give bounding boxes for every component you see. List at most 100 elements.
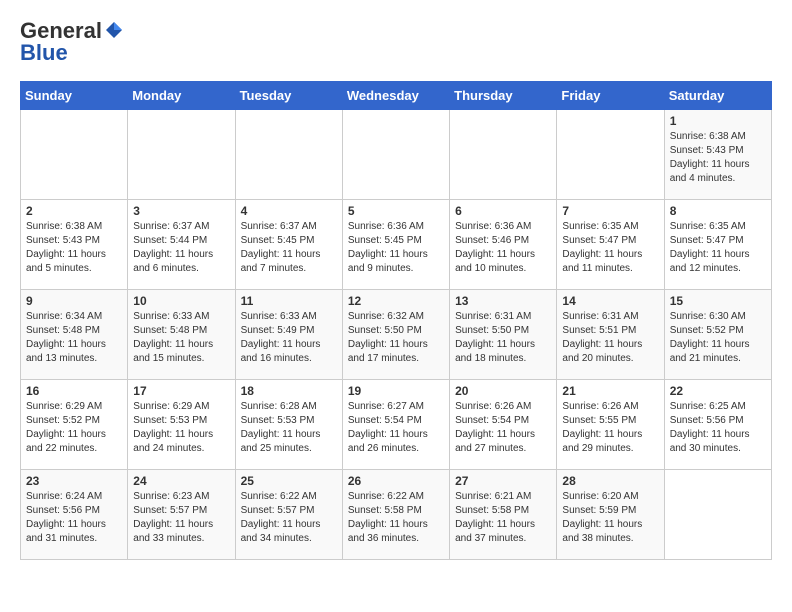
day-header-sunday: Sunday: [21, 82, 128, 110]
calendar-cell: 17 Sunrise: 6:29 AM Sunset: 5:53 PM Dayli…: [128, 380, 235, 470]
calendar-cell: 19 Sunrise: 6:27 AM Sunset: 5:54 PM Dayli…: [342, 380, 449, 470]
day-number: 21: [562, 384, 658, 398]
day-info: Sunrise: 6:22 AM Sunset: 5:58 PM Dayligh…: [348, 490, 444, 546]
day-number: 27: [455, 474, 551, 488]
day-number: 17: [133, 384, 229, 398]
calendar-cell: 3 Sunrise: 6:37 AM Sunset: 5:44 PM Daylig…: [128, 200, 235, 290]
day-number: 1: [670, 114, 766, 128]
calendar-cell: [128, 110, 235, 200]
day-number: 14: [562, 294, 658, 308]
calendar-cell: [21, 110, 128, 200]
day-info: Sunrise: 6:32 AM Sunset: 5:50 PM Dayligh…: [348, 310, 444, 366]
calendar-cell: 4 Sunrise: 6:37 AM Sunset: 5:45 PM Daylig…: [235, 200, 342, 290]
logo-icon: [104, 20, 124, 40]
day-number: 7: [562, 204, 658, 218]
day-info: Sunrise: 6:38 AM Sunset: 5:43 PM Dayligh…: [26, 220, 122, 276]
day-info: Sunrise: 6:30 AM Sunset: 5:52 PM Dayligh…: [670, 310, 766, 366]
day-info: Sunrise: 6:37 AM Sunset: 5:45 PM Dayligh…: [241, 220, 337, 276]
calendar-cell: 23 Sunrise: 6:24 AM Sunset: 5:56 PM Dayli…: [21, 470, 128, 560]
day-header-thursday: Thursday: [450, 82, 557, 110]
calendar-cell: 14 Sunrise: 6:31 AM Sunset: 5:51 PM Dayli…: [557, 290, 664, 380]
day-number: 25: [241, 474, 337, 488]
day-info: Sunrise: 6:23 AM Sunset: 5:57 PM Dayligh…: [133, 490, 229, 546]
calendar-cell: 12Sunrise: 6:32 AM Sunset: 5:50 PM Dayli…: [342, 290, 449, 380]
day-info: Sunrise: 6:24 AM Sunset: 5:56 PM Dayligh…: [26, 490, 122, 546]
calendar-cell: [557, 110, 664, 200]
calendar-cell: 18 Sunrise: 6:28 AM Sunset: 5:53 PM Dayli…: [235, 380, 342, 470]
day-info: Sunrise: 6:28 AM Sunset: 5:53 PM Dayligh…: [241, 400, 337, 456]
day-number: 28: [562, 474, 658, 488]
calendar-cell: [342, 110, 449, 200]
day-info: Sunrise: 6:35 AM Sunset: 5:47 PM Dayligh…: [670, 220, 766, 276]
calendar-cell: 20 Sunrise: 6:26 AM Sunset: 5:54 PM Dayli…: [450, 380, 557, 470]
day-info: Sunrise: 6:31 AM Sunset: 5:50 PM Dayligh…: [455, 310, 551, 366]
calendar-cell: 25Sunrise: 6:22 AM Sunset: 5:57 PM Dayli…: [235, 470, 342, 560]
day-number: 18: [241, 384, 337, 398]
calendar-cell: 10Sunrise: 6:33 AM Sunset: 5:48 PM Dayli…: [128, 290, 235, 380]
logo: General Blue: [20, 20, 124, 65]
calendar-cell: 11Sunrise: 6:33 AM Sunset: 5:49 PM Dayli…: [235, 290, 342, 380]
day-number: 23: [26, 474, 122, 488]
calendar-header-row: SundayMondayTuesdayWednesdayThursdayFrid…: [21, 82, 772, 110]
day-number: 5: [348, 204, 444, 218]
day-info: Sunrise: 6:20 AM Sunset: 5:59 PM Dayligh…: [562, 490, 658, 546]
calendar-cell: 8 Sunrise: 6:35 AM Sunset: 5:47 PM Daylig…: [664, 200, 771, 290]
logo-general-text: General: [20, 20, 102, 42]
day-number: 16: [26, 384, 122, 398]
day-number: 26: [348, 474, 444, 488]
day-header-wednesday: Wednesday: [342, 82, 449, 110]
day-info: Sunrise: 6:26 AM Sunset: 5:54 PM Dayligh…: [455, 400, 551, 456]
calendar-cell: 7 Sunrise: 6:35 AM Sunset: 5:47 PM Daylig…: [557, 200, 664, 290]
day-info: Sunrise: 6:29 AM Sunset: 5:53 PM Dayligh…: [133, 400, 229, 456]
day-number: 2: [26, 204, 122, 218]
day-number: 11: [241, 294, 337, 308]
calendar-cell: 5 Sunrise: 6:36 AM Sunset: 5:45 PM Daylig…: [342, 200, 449, 290]
calendar-cell: 6Sunrise: 6:36 AM Sunset: 5:46 PM Daylig…: [450, 200, 557, 290]
day-number: 22: [670, 384, 766, 398]
calendar-cell: 1Sunrise: 6:38 AM Sunset: 5:43 PM Daylig…: [664, 110, 771, 200]
calendar-cell: [664, 470, 771, 560]
calendar-table: SundayMondayTuesdayWednesdayThursdayFrid…: [20, 81, 772, 560]
day-info: Sunrise: 6:29 AM Sunset: 5:52 PM Dayligh…: [26, 400, 122, 456]
day-number: 3: [133, 204, 229, 218]
day-info: Sunrise: 6:36 AM Sunset: 5:45 PM Dayligh…: [348, 220, 444, 276]
day-info: Sunrise: 6:25 AM Sunset: 5:56 PM Dayligh…: [670, 400, 766, 456]
day-header-monday: Monday: [128, 82, 235, 110]
calendar-cell: 27 Sunrise: 6:21 AM Sunset: 5:58 PM Dayli…: [450, 470, 557, 560]
day-number: 9: [26, 294, 122, 308]
day-number: 8: [670, 204, 766, 218]
calendar-week-row: 1Sunrise: 6:38 AM Sunset: 5:43 PM Daylig…: [21, 110, 772, 200]
calendar-cell: 22 Sunrise: 6:25 AM Sunset: 5:56 PM Dayli…: [664, 380, 771, 470]
day-number: 13: [455, 294, 551, 308]
day-number: 20: [455, 384, 551, 398]
calendar-cell: [235, 110, 342, 200]
calendar-week-row: 2 Sunrise: 6:38 AM Sunset: 5:43 PM Daylig…: [21, 200, 772, 290]
calendar-cell: 24Sunrise: 6:23 AM Sunset: 5:57 PM Dayli…: [128, 470, 235, 560]
day-number: 15: [670, 294, 766, 308]
header: General Blue: [20, 20, 772, 65]
day-info: Sunrise: 6:21 AM Sunset: 5:58 PM Dayligh…: [455, 490, 551, 546]
day-header-friday: Friday: [557, 82, 664, 110]
calendar-cell: 21 Sunrise: 6:26 AM Sunset: 5:55 PM Dayli…: [557, 380, 664, 470]
day-header-saturday: Saturday: [664, 82, 771, 110]
day-info: Sunrise: 6:34 AM Sunset: 5:48 PM Dayligh…: [26, 310, 122, 366]
day-info: Sunrise: 6:27 AM Sunset: 5:54 PM Dayligh…: [348, 400, 444, 456]
day-number: 10: [133, 294, 229, 308]
calendar-cell: 9 Sunrise: 6:34 AM Sunset: 5:48 PM Daylig…: [21, 290, 128, 380]
day-info: Sunrise: 6:31 AM Sunset: 5:51 PM Dayligh…: [562, 310, 658, 366]
day-header-tuesday: Tuesday: [235, 82, 342, 110]
day-number: 19: [348, 384, 444, 398]
day-info: Sunrise: 6:37 AM Sunset: 5:44 PM Dayligh…: [133, 220, 229, 276]
calendar-cell: 28 Sunrise: 6:20 AM Sunset: 5:59 PM Dayli…: [557, 470, 664, 560]
day-number: 4: [241, 204, 337, 218]
day-info: Sunrise: 6:26 AM Sunset: 5:55 PM Dayligh…: [562, 400, 658, 456]
calendar-week-row: 16 Sunrise: 6:29 AM Sunset: 5:52 PM Dayli…: [21, 380, 772, 470]
calendar-week-row: 9 Sunrise: 6:34 AM Sunset: 5:48 PM Daylig…: [21, 290, 772, 380]
calendar-cell: 26 Sunrise: 6:22 AM Sunset: 5:58 PM Dayli…: [342, 470, 449, 560]
calendar-cell: 16 Sunrise: 6:29 AM Sunset: 5:52 PM Dayli…: [21, 380, 128, 470]
calendar-cell: 15 Sunrise: 6:30 AM Sunset: 5:52 PM Dayli…: [664, 290, 771, 380]
day-info: Sunrise: 6:36 AM Sunset: 5:46 PM Dayligh…: [455, 220, 551, 276]
day-info: Sunrise: 6:35 AM Sunset: 5:47 PM Dayligh…: [562, 220, 658, 276]
logo-blue-text: Blue: [20, 40, 68, 65]
calendar-cell: 13 Sunrise: 6:31 AM Sunset: 5:50 PM Dayli…: [450, 290, 557, 380]
